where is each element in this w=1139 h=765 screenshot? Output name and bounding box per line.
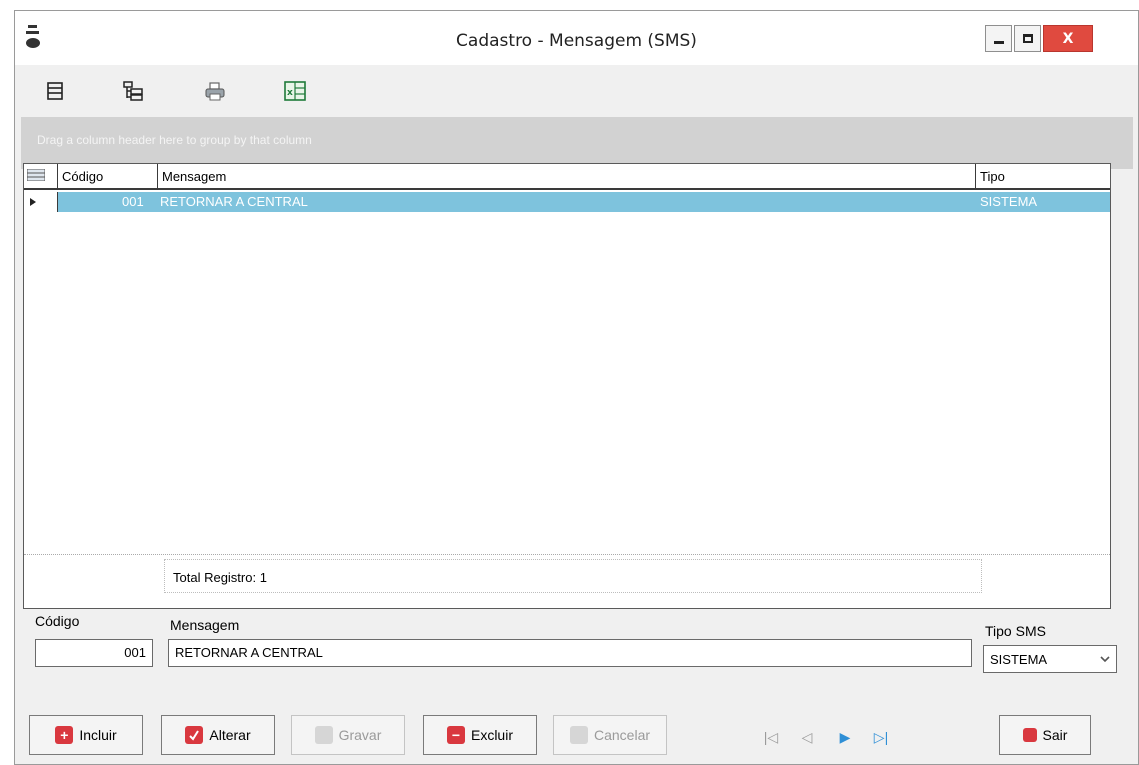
tipo-sms-label: Tipo SMS	[985, 623, 1046, 639]
minimize-button[interactable]	[985, 25, 1012, 52]
plus-icon: +	[55, 726, 74, 744]
sair-label: Sair	[1042, 727, 1068, 743]
grid-header: Código Mensagem Tipo	[24, 164, 1110, 190]
group-by-panel[interactable]: Drag a column header here to group by th…	[21, 117, 1133, 169]
column-chooser-icon[interactable]	[24, 164, 58, 188]
alterar-button[interactable]: Alterar	[161, 715, 275, 755]
mensagem-label: Mensagem	[170, 617, 240, 633]
last-record-icon[interactable]: ▷|	[871, 727, 891, 747]
cell-codigo: 001	[122, 194, 144, 209]
sair-button[interactable]: Sair	[999, 715, 1091, 755]
group-by-hint: Drag a column header here to group by th…	[37, 133, 312, 147]
previous-record-icon[interactable]: ◁	[797, 727, 817, 747]
excluir-button[interactable]: − Excluir	[423, 715, 537, 755]
cell-tipo: SISTEMA	[980, 194, 1038, 209]
maximize-icon	[1022, 34, 1033, 43]
first-record-icon[interactable]: |◁	[761, 727, 781, 747]
incluir-label: Incluir	[79, 727, 117, 743]
next-record-icon[interactable]: ▶	[835, 727, 855, 747]
row-indicator	[24, 192, 58, 212]
exit-icon	[1022, 728, 1037, 742]
excluir-label: Excluir	[470, 727, 513, 743]
save-icon	[314, 726, 333, 744]
close-icon: X	[1062, 30, 1074, 47]
svg-text:x: x	[287, 88, 293, 98]
gravar-button[interactable]: Gravar	[291, 715, 405, 755]
cancelar-button[interactable]: Cancelar	[553, 715, 667, 755]
minus-icon: −	[446, 726, 465, 744]
grid-layout-icon[interactable]	[41, 77, 69, 105]
incluir-button[interactable]: + Incluir	[29, 715, 143, 755]
column-header-tipo[interactable]: Tipo	[976, 164, 1110, 188]
gravar-label: Gravar	[338, 727, 382, 743]
total-registros: Total Registro: 1	[164, 559, 982, 593]
edit-icon	[185, 726, 204, 744]
codigo-label: Código	[35, 613, 80, 629]
main-window: Cadastro - Mensagem (SMS) X x Drag a col…	[14, 10, 1139, 765]
table-row[interactable]: 001 RETORNAR A CENTRAL SISTEMA	[24, 192, 1110, 212]
printer-icon[interactable]	[201, 77, 229, 105]
toolbar: x	[15, 73, 1138, 113]
maximize-button[interactable]	[1014, 25, 1041, 52]
codigo-field[interactable]: 001	[35, 639, 153, 667]
close-button[interactable]: X	[1043, 25, 1093, 52]
title-bar: Cadastro - Mensagem (SMS) X	[15, 11, 1138, 65]
cancel-icon	[569, 726, 588, 744]
minimize-icon	[993, 41, 1004, 44]
tree-view-icon[interactable]	[119, 77, 147, 105]
mensagem-field[interactable]: RETORNAR A CENTRAL	[168, 639, 972, 667]
cell-mensagem: RETORNAR A CENTRAL	[160, 194, 308, 209]
grid-footer: Total Registro: 1	[24, 554, 1110, 596]
excel-export-icon[interactable]: x	[281, 77, 309, 105]
column-header-mensagem[interactable]: Mensagem	[158, 164, 976, 188]
alterar-label: Alterar	[209, 727, 251, 743]
chevron-down-icon	[1100, 656, 1110, 663]
tipo-sms-value: SISTEMA	[990, 651, 1048, 667]
cancelar-label: Cancelar	[593, 727, 651, 743]
data-grid[interactable]: Código Mensagem Tipo 001 RETORNAR A CENT…	[23, 163, 1111, 609]
window-title: Cadastro - Mensagem (SMS)	[456, 31, 697, 51]
tipo-sms-select[interactable]: SISTEMA	[983, 645, 1117, 673]
column-header-codigo[interactable]: Código	[58, 164, 158, 188]
